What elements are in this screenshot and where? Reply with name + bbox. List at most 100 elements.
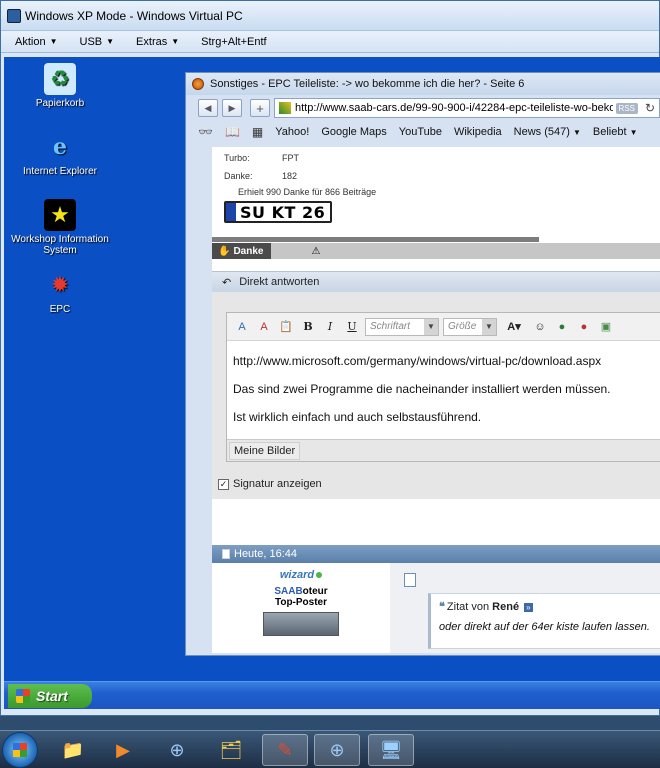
size-select[interactable]: Größe ▼ [443,317,497,336]
book-icon[interactable]: 📖 [225,125,240,139]
chevron-down-icon: ▼ [49,37,58,46]
quick-reply-header[interactable]: ↶ Direkt antworten [212,272,660,292]
folder-taskbar-icon[interactable]: 🗂 [208,734,254,766]
license-plate-text: SU KT 26 [240,202,326,222]
text-color-icon[interactable]: A▾ [501,318,527,336]
menu-extras-label: Extras [136,35,168,48]
link-icon[interactable]: ● [553,318,571,336]
quote-prefix: Zitat von [446,601,490,613]
compass-taskbar-icon[interactable]: ⊕ [314,734,360,766]
xp-taskbar: Start [4,681,660,709]
chevron-down-icon: ▼ [629,128,638,137]
safari-taskbar-icon[interactable]: ⊕ [154,734,200,766]
thanks-stats: Erhielt 990 Danke für 866 Beiträge [238,187,377,197]
font-select[interactable]: Schriftart ▼ [365,317,439,336]
quote-box: ❝ Zitat von René » oder direkt auf der 64… [428,593,660,649]
remove-format-icon[interactable]: A [233,318,251,336]
virtual-pc-taskbar-icon[interactable]: 🖥 [368,734,414,766]
forum-post: Heute, 16:44 wizard SAABoteur Top-Poster… [212,545,660,653]
signature-option[interactable]: ✓ Signatur anzeigen [218,478,322,490]
forward-button[interactable]: ▶ [222,99,242,117]
internet-explorer-icon: e [53,134,67,160]
new-tab-button[interactable]: + [250,99,270,117]
italic-icon[interactable]: I [321,318,339,336]
unlink-icon[interactable]: ● [575,318,593,336]
bookmark-news[interactable]: News (547) ▼ [514,126,581,138]
danke-button[interactable]: ✋ Danke [212,243,272,259]
signature-checkbox[interactable]: ✓ [218,478,229,490]
menu-aktion-label: Aktion [15,35,46,48]
bookmark-google-maps[interactable]: Google Maps [321,126,386,138]
danke-label: Danke: [224,171,253,181]
bookmark-yahoo[interactable]: Yahoo! [275,126,309,138]
menu-extras[interactable]: Extras ▼ [136,36,179,48]
font-select-value: Schriftart [370,321,411,332]
page-content: Turbo: FPT Danke: 182 Erhielt 990 Danke … [212,147,660,653]
xp-start-button[interactable]: Start [8,684,92,708]
report-warning-icon[interactable]: ⚠ [311,246,320,257]
firefox-titlebar[interactable]: Sonstiges - EPC Teileliste: -> wo bekomm… [186,73,660,95]
url-bar[interactable]: http://www.saab-cars.de/99-90-900-i/4228… [274,98,660,118]
author-name[interactable]: wizard [212,569,390,581]
desktop-icon-internet-explorer[interactable]: e Internet Explorer [10,131,110,177]
grid-icon[interactable]: ▦ [252,125,263,139]
menu-ctrl-alt-del-label: Strg+Alt+Entf [201,35,267,48]
reload-icon[interactable]: ↻ [641,101,659,115]
desktop-icon-epc[interactable]: ✹ EPC [10,269,110,315]
url-text: http://www.saab-cars.de/99-90-900-i/4228… [295,102,613,114]
view-post-icon[interactable]: » [524,603,533,612]
win7-start-orb[interactable] [2,732,38,768]
compass-icon: ⊕ [169,739,185,760]
bold-icon[interactable]: B [299,318,317,336]
paste-icon[interactable]: 📋 [277,318,295,336]
editor-line: http://www.microsoft.com/germany/windows… [233,354,602,368]
bookmarks-bar: 👓 📖 ▦ Yahoo! Google Maps YouTube Wikiped… [186,121,660,143]
menu-usb[interactable]: USB ▼ [80,36,115,48]
paint-taskbar-icon[interactable]: ✎ [262,734,308,766]
rss-icon[interactable]: RSS [615,102,638,114]
post-body: wizard SAABoteur Top-Poster ❝ Zitat von R… [212,563,660,653]
folder-icon: 🗂 [219,739,243,760]
firefox-navbar: ◀ ▶ + http://www.saab-cars.de/99-90-900-… [186,95,660,121]
desktop-icon-label: Internet Explorer [23,166,97,177]
chevron-down-icon: ▼ [424,318,438,335]
bookmark-beliebt[interactable]: Beliebt ▼ [593,126,638,138]
bookmark-beliebt-label: Beliebt [592,126,627,138]
author-title: Top-Poster [274,597,328,608]
vpc-title: Windows XP Mode - Windows Virtual PC [25,8,243,23]
paint-icon: ✎ [277,739,293,760]
bookmark-wikipedia[interactable]: Wikipedia [454,126,502,138]
glasses-icon[interactable]: 👓 [198,125,213,139]
explorer-taskbar-icon[interactable]: 📁 [50,734,96,766]
reply-arrow-icon: ↶ [222,276,232,289]
media-player-taskbar-icon[interactable]: ▶ [100,734,146,766]
quote-text: oder direkt auf der 64er kiste laufen la… [439,621,650,633]
post-action-bar: ✋ Danke ⚠ [212,243,660,259]
menu-ctrl-alt-del[interactable]: Strg+Alt+Entf [201,36,266,48]
back-button[interactable]: ◀ [198,99,218,117]
author-name-text: wizard [279,569,315,581]
quote-title: ❝ Zitat von René » [439,600,652,613]
desktop-icon-recycle-bin[interactable]: ♻ Papierkorb [10,63,110,109]
win7-desktop-strip [0,716,660,730]
editor-body[interactable]: http://www.microsoft.com/germany/windows… [227,341,660,437]
rank-prefix: SAAB [274,586,303,597]
switch-mode-icon[interactable]: A [255,318,273,336]
underline-icon[interactable]: U [343,318,361,336]
quick-reply-title: Direkt antworten [239,276,320,288]
signature-label: Signatur anzeigen [233,478,322,490]
thumbs-up-icon: ✋ [218,245,231,257]
bookmark-youtube[interactable]: YouTube [399,126,442,138]
author-rank: SAABoteur [212,586,390,597]
epc-icon: ✹ [50,272,70,297]
desktop-icon-wis[interactable]: ★ Workshop Information System [10,199,110,256]
start-label: Start [36,688,68,704]
reply-editor: A A 📋 B I U Schriftart ▼ Größe ▼ A▾ ☺ ● ● … [226,312,660,462]
chevron-down-icon: ▼ [171,37,180,46]
my-images-button[interactable]: Meine Bilder [229,441,301,460]
vpc-titlebar[interactable]: Windows XP Mode - Windows Virtual PC [1,1,659,31]
size-select-value: Größe [448,321,477,332]
menu-aktion[interactable]: Aktion ▼ [15,36,58,48]
image-icon[interactable]: ▣ [597,318,615,336]
smiley-icon[interactable]: ☺ [531,318,549,336]
